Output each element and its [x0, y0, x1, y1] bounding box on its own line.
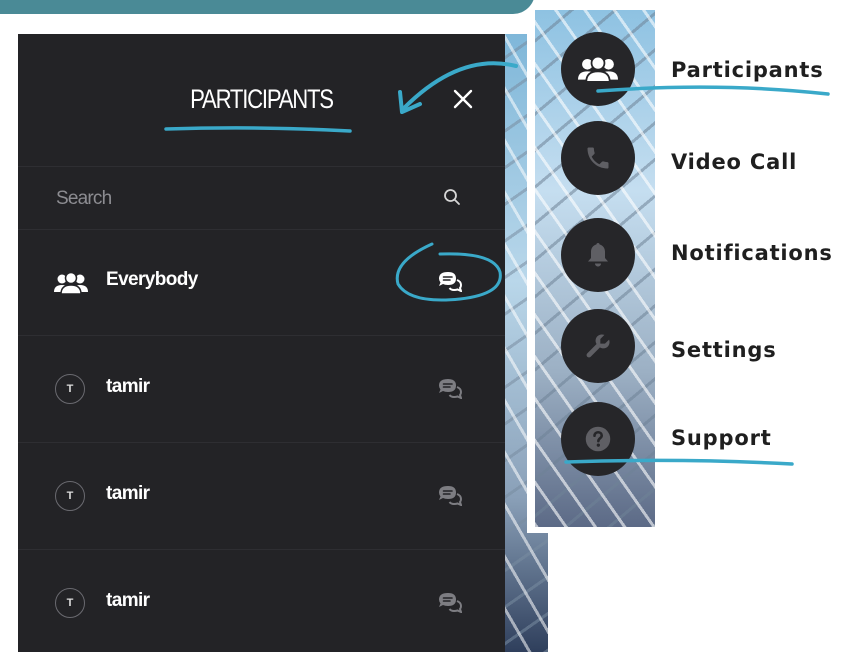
- avatar: T: [55, 374, 85, 404]
- close-button[interactable]: [448, 84, 478, 114]
- sidebar-label-video-call: Video Call: [671, 150, 798, 174]
- panel-title: PARTICIPANTS: [190, 84, 334, 114]
- bell-icon: [588, 243, 608, 267]
- everybody-row[interactable]: Everybody: [18, 229, 505, 336]
- participant-name: tamir: [106, 590, 150, 611]
- participant-name: tamir: [106, 483, 150, 504]
- participants-icon: [578, 56, 618, 82]
- participant-row[interactable]: T tamir: [18, 336, 505, 443]
- search-row: [18, 166, 505, 230]
- chat-icon[interactable]: [438, 377, 462, 399]
- sidebar-button-notifications[interactable]: [561, 218, 635, 292]
- sidebar: [527, 10, 662, 533]
- question-icon: [585, 426, 611, 452]
- avatar: T: [55, 481, 85, 511]
- sidebar-button-support[interactable]: [561, 402, 635, 476]
- chat-icon[interactable]: [438, 270, 462, 292]
- search-icon[interactable]: [442, 187, 462, 207]
- chat-icon[interactable]: [438, 591, 462, 613]
- search-input[interactable]: [54, 183, 418, 215]
- sidebar-button-participants[interactable]: [561, 32, 635, 106]
- group-icon: [54, 272, 88, 294]
- sidebar-label-support: Support: [671, 426, 772, 450]
- top-bar: [0, 0, 535, 14]
- sidebar-button-settings[interactable]: [561, 309, 635, 383]
- sidebar-background: [535, 10, 655, 527]
- phone-icon: [587, 147, 609, 169]
- wrench-icon: [586, 334, 610, 358]
- close-icon: [453, 89, 473, 109]
- panel-header: PARTICIPANTS: [18, 34, 505, 166]
- participant-row[interactable]: T tamir: [18, 550, 505, 656]
- avatar: T: [55, 588, 85, 618]
- sidebar-label-notifications: Notifications: [671, 241, 833, 265]
- everybody-label: Everybody: [106, 269, 198, 290]
- participant-name: tamir: [106, 376, 150, 397]
- chat-icon[interactable]: [438, 484, 462, 506]
- sidebar-label-settings: Settings: [671, 338, 777, 362]
- participants-panel: PARTICIPANTS Everybody: [18, 34, 505, 652]
- participant-row[interactable]: T tamir: [18, 443, 505, 550]
- sidebar-button-video-call[interactable]: [561, 121, 635, 195]
- sidebar-label-participants: Participants: [671, 58, 824, 82]
